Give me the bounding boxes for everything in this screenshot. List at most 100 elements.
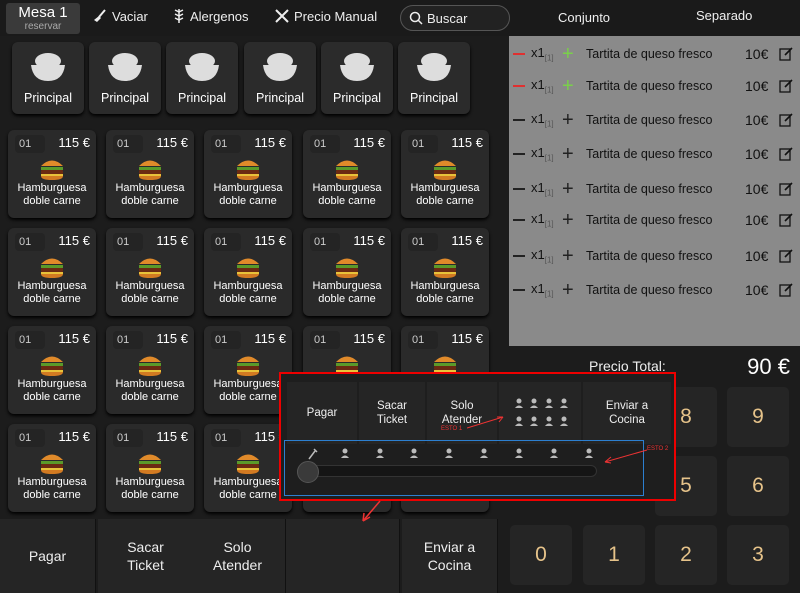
edit-icon[interactable] [779,213,793,227]
product-name: Hamburguesadoble carne [115,378,185,403]
popup-enviar-label: Enviar a [605,400,649,412]
product-tile[interactable]: 01 115 € Hamburguesadoble carne [106,424,194,512]
product-price: 115 € [353,233,385,248]
tab-conjunto[interactable]: Conjunto [558,10,610,25]
product-tile[interactable]: 01 115 € Hamburguesadoble carne [401,130,489,218]
popup-pagar-button[interactable]: Pagar [287,382,357,444]
key-9[interactable]: 9 [727,387,789,447]
line-name: Tartita de queso fresco [586,283,713,297]
product-tile[interactable]: 01 115 € Hamburguesadoble carne [401,228,489,316]
product-code: 01 [408,331,438,349]
order-line[interactable]: x1[1] + Tartita de queso fresco 10€ [509,138,800,170]
edit-icon[interactable] [779,283,793,297]
key-2[interactable]: 2 [655,525,717,585]
product-tile[interactable]: 01 115 € Hamburguesadoble carne [8,228,96,316]
popup-diners-button[interactable] [499,382,581,444]
bowl-icon [31,53,65,81]
key-0[interactable]: 0 [510,525,572,585]
edit-icon[interactable] [779,147,793,161]
remove-icon[interactable] [513,255,525,257]
order-line[interactable]: x1[1] + Tartita de queso fresco 10€ [509,104,800,136]
edit-icon[interactable] [779,113,793,127]
product-tile[interactable]: 01 115 € Hamburguesadoble carne [204,228,292,316]
product-tile[interactable]: 01 115 € Hamburguesadoble carne [8,424,96,512]
vaciar-button[interactable]: Vaciar [92,8,148,24]
enviar-cocina-button[interactable]: Enviar a Cocina [402,519,498,593]
order-line[interactable]: x1[1] + Tartita de queso fresco 10€ [509,173,800,205]
product-tile[interactable]: 01 115 € Hamburguesadoble carne [8,130,96,218]
product-tile[interactable]: 01 115 € Hamburguesadoble carne [106,130,194,218]
bowl-icon [185,53,219,81]
popup-enviar-cocina-button[interactable]: Enviar a Cocina [583,382,671,444]
key-1[interactable]: 1 [583,525,645,585]
atender-label: Atender [212,557,263,573]
product-price: 115 € [353,331,385,346]
slider-icons [308,448,593,460]
product-tile[interactable]: 01 115 € Hamburguesadoble carne [106,326,194,414]
product-tile[interactable]: 01 115 € Hamburguesadoble carne [303,130,391,218]
remove-icon[interactable] [513,119,525,121]
remove-icon[interactable] [513,53,525,55]
order-line[interactable]: x1[1] + Tartita de queso fresco 10€ [509,38,800,70]
product-tile[interactable]: 01 115 € Hamburguesadoble carne [8,326,96,414]
burger-icon [139,356,161,376]
popup-sacar-ticket-button[interactable]: Sacar Ticket [359,382,425,444]
add-icon[interactable]: + [562,246,574,266]
edit-icon[interactable] [779,47,793,61]
remove-icon[interactable] [513,85,525,87]
line-name: Tartita de queso fresco [586,147,713,161]
product-name: Hamburguesadoble carne [410,182,480,207]
add-icon[interactable]: + [562,144,574,164]
line-price: 10€ [745,248,769,264]
add-icon[interactable]: + [562,110,574,130]
add-icon[interactable]: + [562,76,574,96]
edit-icon[interactable] [779,79,793,93]
tab-separado[interactable]: Separado [696,8,752,23]
category-principal[interactable]: Principal [166,42,238,114]
category-label: Principal [101,91,149,105]
add-icon[interactable]: + [562,179,574,199]
alergenos-button[interactable]: Alergenos [172,8,249,24]
solo-atender-button[interactable]: Solo Atender [190,519,286,593]
key-6[interactable]: 6 [727,456,789,516]
line-name: Tartita de queso fresco [586,113,713,127]
annotation-arrow-2 [604,449,648,464]
remove-icon[interactable] [513,188,525,190]
product-tile[interactable]: 01 115 € Hamburguesadoble carne [303,228,391,316]
category-principal[interactable]: Principal [89,42,161,114]
category-principal[interactable]: Principal [244,42,316,114]
line-qty: x1[1] [531,111,554,129]
remove-icon[interactable] [513,289,525,291]
add-icon[interactable]: + [562,280,574,300]
category-principal[interactable]: Principal [12,42,84,114]
annotation-label-2: ESTO 2 [647,446,669,452]
key-3[interactable]: 3 [727,525,789,585]
table-selector[interactable]: Mesa 1 reservar [6,3,80,34]
diner-slider-box [284,440,644,496]
product-tile[interactable]: 01 115 € Hamburguesadoble carne [204,130,292,218]
order-line[interactable]: x1[1] + Tartita de queso fresco 10€ [509,70,800,102]
remove-icon[interactable] [513,219,525,221]
edit-icon[interactable] [779,182,793,196]
product-tile[interactable]: 01 115 € Hamburguesadoble carne [106,228,194,316]
precio-manual-button[interactable]: Precio Manual [274,8,377,24]
diner-slider-knob[interactable] [297,461,319,483]
order-line[interactable]: x1[1] + Tartita de queso fresco 10€ [509,274,800,306]
order-line[interactable]: x1[1] + Tartita de queso fresco 10€ [509,240,800,272]
category-principal[interactable]: Principal [321,42,393,114]
search-box[interactable]: Buscar [400,5,510,31]
add-icon[interactable]: + [562,44,574,64]
product-price: 115 € [451,233,483,248]
popup-solo-atender-button[interactable]: Solo Atender [427,382,497,444]
category-principal[interactable]: Principal [398,42,470,114]
pagar-button[interactable]: Pagar [0,519,96,593]
diner-slider-track[interactable] [297,465,597,477]
add-icon[interactable]: + [562,210,574,230]
sacar-ticket-button[interactable]: Sacar Ticket [98,519,194,593]
edit-icon[interactable] [779,249,793,263]
line-qty: x1[1] [531,180,554,198]
sacar-label: Sacar [127,539,164,555]
remove-icon[interactable] [513,153,525,155]
order-line[interactable]: x1[1] + Tartita de queso fresco 10€ [509,204,800,236]
burger-icon [336,160,358,180]
